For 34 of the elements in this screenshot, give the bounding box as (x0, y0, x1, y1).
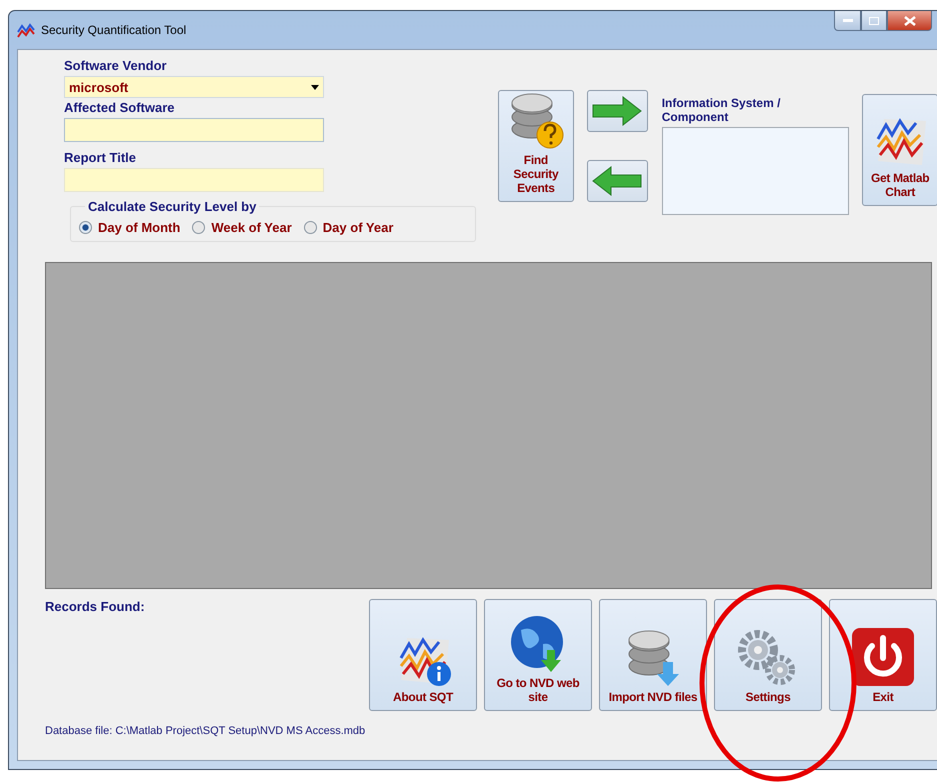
group-title: Calculate Security Level by (85, 199, 260, 214)
left-arrow-icon (591, 166, 644, 196)
action-button[interactable]: Go to NVD web site (484, 599, 592, 711)
find-events-button[interactable]: Find Security Events (498, 90, 574, 202)
list-label: Information System / Component (662, 96, 782, 124)
power-icon (850, 626, 916, 688)
action-button[interactable]: Import NVD files (599, 599, 707, 711)
field-label: Software Vendor (64, 58, 168, 73)
add-button[interactable] (586, 90, 648, 132)
maximize-button[interactable] (861, 11, 887, 31)
records-label: Records Found: (45, 599, 146, 614)
input-field[interactable] (64, 168, 324, 192)
field-label: Affected Software (64, 100, 176, 115)
status-text: Database file: C:\Matlab Project\SQT Setup\NVD MS Access.mdb (45, 725, 366, 737)
radio-option[interactable]: Day of Month (79, 220, 180, 235)
close-icon (904, 16, 916, 26)
radio-option[interactable]: Week of Year (192, 220, 292, 235)
minimize-button[interactable] (834, 11, 861, 31)
maximize-icon (869, 16, 879, 24)
remove-button[interactable] (586, 160, 648, 202)
dropdown-caret-icon (311, 84, 319, 90)
action-button[interactable]: Settings (714, 599, 822, 711)
window-title: Security Quantification Tool (41, 23, 186, 37)
minimize-icon (842, 18, 852, 22)
action-button[interactable]: About SQT (369, 599, 477, 711)
vendor-dropdown[interactable]: microsoft (64, 76, 324, 98)
right-arrow-icon (591, 96, 644, 126)
chart-app-icon (17, 22, 35, 38)
field-label: Report Title (64, 150, 137, 165)
radio-option[interactable]: Day of Year (304, 220, 394, 235)
close-button[interactable] (887, 11, 932, 31)
action-button[interactable]: Exit (829, 599, 937, 711)
matlab-chart-button[interactable]: Get Matlab Chart (862, 94, 937, 206)
input-field[interactable] (64, 118, 324, 142)
